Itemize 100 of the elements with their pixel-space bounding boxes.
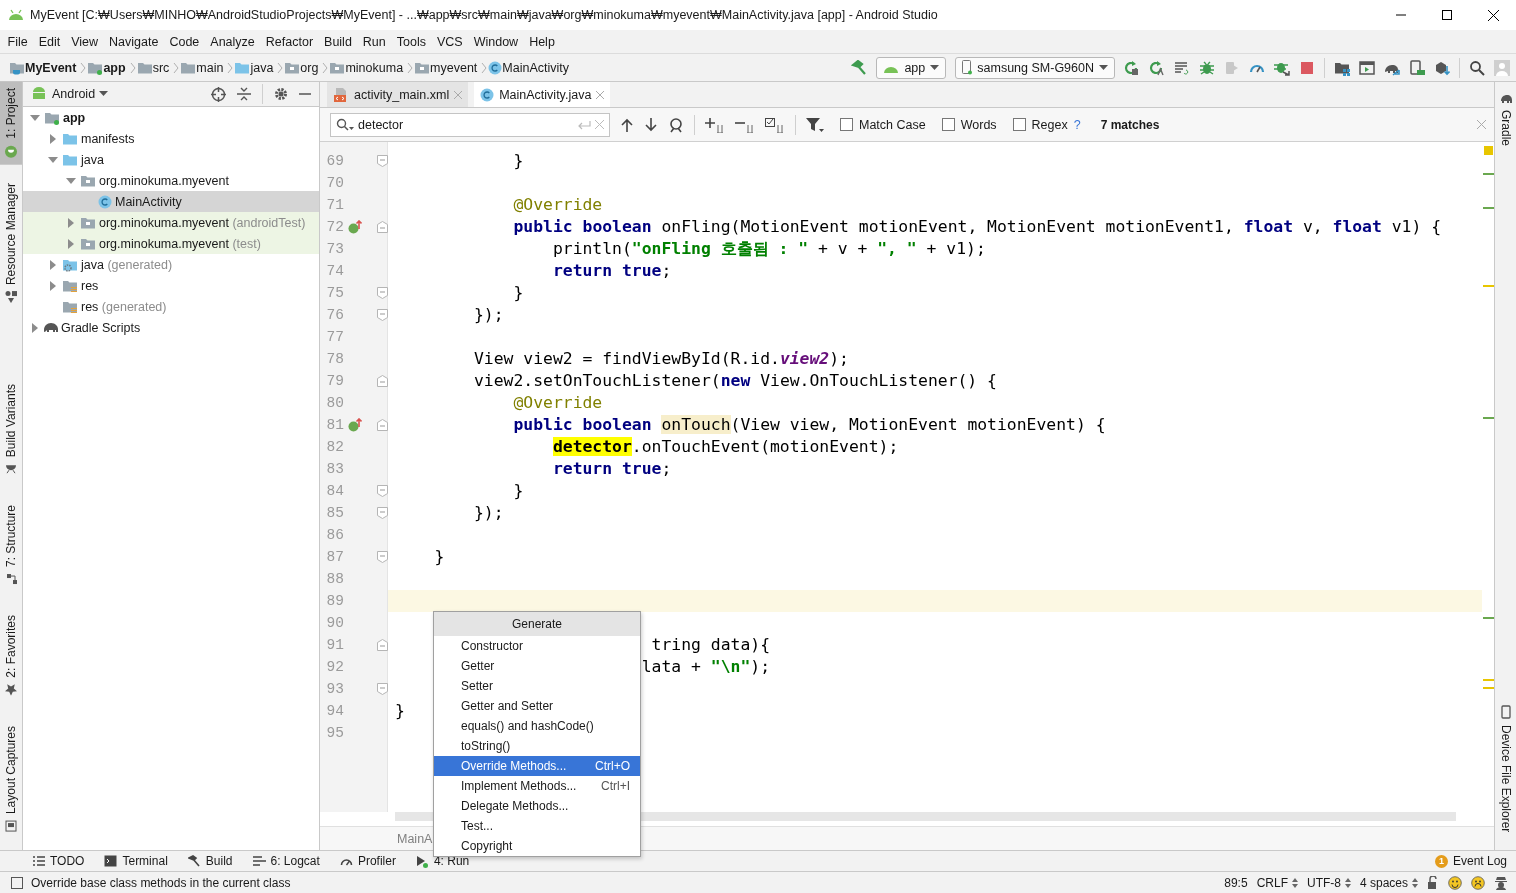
box-download-icon[interactable] — [1434, 59, 1450, 76]
menu-item[interactable]: Analyze — [204, 34, 261, 49]
cursor-position[interactable]: 89:5 — [1224, 875, 1248, 890]
smile-icon[interactable] — [1448, 875, 1462, 890]
search-field[interactable]: detector — [330, 112, 610, 137]
tool-window-button[interactable]: Profiler — [339, 854, 396, 868]
select-all-icon[interactable] — [765, 116, 785, 133]
menu-item[interactable]: Navigate — [103, 34, 164, 49]
hammer-icon[interactable] — [851, 59, 868, 76]
breadcrumb-item[interactable]: MyEvent — [25, 60, 77, 75]
fold-start-icon[interactable] — [377, 639, 388, 651]
expand-arrow-icon[interactable] — [66, 175, 76, 186]
tool-window-button[interactable]: TODO — [33, 854, 85, 868]
maximize-icon[interactable] — [1442, 10, 1452, 20]
breadcrumb-item[interactable]: java — [250, 60, 274, 75]
breadcrumb-item[interactable]: org — [300, 60, 319, 75]
expand-arrow-icon[interactable] — [48, 259, 58, 270]
tool-window-tab[interactable]: Layout Captures — [0, 719, 22, 838]
breadcrumb-item[interactable]: minokuma — [345, 60, 404, 75]
fold-end-icon[interactable] — [377, 309, 388, 321]
menu-item[interactable]: Implement Methods... Ctrl+I — [434, 776, 640, 796]
menu-item[interactable]: Refactor — [260, 34, 319, 49]
restart-arrow-icon[interactable] — [1124, 59, 1140, 76]
fold-end-icon[interactable] — [377, 155, 388, 167]
breadcrumb-item[interactable]: main — [196, 60, 224, 75]
phone-download-icon[interactable] — [1409, 59, 1425, 76]
override-icon[interactable] — [348, 418, 362, 432]
fold-end-icon[interactable] — [377, 507, 388, 519]
tree-item[interactable]: Gradle Scripts — [61, 320, 141, 335]
tool-window-button[interactable]: Build — [187, 854, 233, 868]
tool-window-button[interactable]: Terminal — [104, 854, 168, 868]
stop-icon[interactable] — [1299, 59, 1315, 76]
tree-item[interactable]: manifests — [81, 131, 135, 146]
breadcrumb-item[interactable]: MainActivity — [502, 60, 570, 75]
fold-end-icon[interactable] — [377, 287, 388, 299]
expand-arrow-icon[interactable] — [30, 322, 40, 333]
locate-icon[interactable] — [211, 86, 226, 102]
event-log-button[interactable]: 1 Event Log — [1434, 854, 1507, 868]
menu-item[interactable]: Window — [468, 34, 524, 49]
tool-window-tab[interactable]: Build Variants — [0, 378, 22, 482]
fold-end-icon[interactable] — [377, 485, 388, 497]
tree-item[interactable]: MainActivity — [115, 194, 182, 209]
tree-item[interactable]: res — [81, 278, 99, 293]
menu-item[interactable]: Run — [357, 34, 392, 49]
menu-item[interactable]: Constructor — [434, 636, 640, 656]
bug-icon[interactable] — [1199, 59, 1215, 76]
fold-start-icon[interactable] — [377, 221, 388, 233]
menu-item[interactable]: File — [2, 34, 34, 49]
run-configuration-dropdown[interactable]: app — [876, 56, 947, 79]
tree-item[interactable]: org.minokuma.myevent — [99, 173, 229, 188]
lock-icon[interactable] — [1427, 876, 1439, 889]
menu-item[interactable]: VCS — [431, 34, 469, 49]
screen-play-icon[interactable] — [1359, 59, 1375, 76]
status-dropdown[interactable]: UTF-8 — [1306, 875, 1351, 890]
expand-arrow-icon[interactable] — [48, 133, 58, 144]
tool-window-tab[interactable]: 7: Structure — [0, 499, 22, 592]
tool-window-button[interactable]: 6: Logcat — [252, 854, 320, 868]
status-dropdown[interactable]: 4 spaces — [1359, 875, 1418, 890]
lines-icon[interactable] — [1174, 59, 1190, 76]
menu-item[interactable]: Build — [318, 34, 358, 49]
fold-end-icon[interactable] — [377, 683, 388, 695]
menu-item[interactable]: Setter — [434, 676, 640, 696]
help-link[interactable]: ? — [1073, 117, 1081, 132]
breadcrumb-item[interactable]: myevent — [430, 60, 478, 75]
device-dropdown[interactable]: samsung SM-G960N — [955, 56, 1115, 79]
arrow-down-icon[interactable] — [644, 117, 658, 132]
menu-item[interactable]: equals() and hashCode() — [434, 716, 640, 736]
option-checkbox[interactable]: Match Case — [840, 117, 926, 132]
menu-item[interactable]: Getter — [434, 656, 640, 676]
tree-item[interactable]: java (generated) — [81, 257, 173, 272]
panel-toggle-icon[interactable] — [11, 876, 23, 889]
tree-item[interactable]: app — [63, 110, 86, 125]
menu-item[interactable]: View — [65, 34, 104, 49]
menu-item[interactable]: Getter and Setter — [434, 696, 640, 716]
option-checkbox[interactable]: Words — [941, 117, 997, 132]
tool-window-tab[interactable]: Resource Manager — [0, 176, 22, 309]
search-icon[interactable] — [1469, 59, 1485, 76]
menu-item[interactable]: Code — [163, 34, 205, 49]
find-all-icon[interactable] — [668, 116, 684, 133]
expand-arrow-icon[interactable] — [66, 238, 76, 249]
fold-start-icon[interactable] — [377, 375, 388, 387]
restart-arrow-icon[interactable] — [1149, 59, 1165, 76]
fold-end-icon[interactable] — [377, 551, 388, 563]
tool-window-tab[interactable]: Device File Explorer — [1495, 698, 1516, 838]
expand-arrow-icon[interactable] — [66, 217, 76, 228]
tree-item[interactable]: java — [81, 152, 104, 167]
collapse-icon[interactable] — [237, 87, 251, 101]
fold-start-icon[interactable] — [377, 419, 388, 431]
option-checkbox[interactable]: Regex — [1012, 117, 1068, 132]
expand-arrow-icon[interactable] — [48, 280, 58, 291]
menu-item[interactable]: Override Methods... Ctrl+O — [434, 756, 640, 776]
tool-window-tab[interactable]: Gradle — [1495, 86, 1516, 153]
editor-tab[interactable]: activity_main.xml — [327, 82, 469, 107]
menu-item[interactable]: Delegate Methods... — [434, 796, 640, 816]
menu-item[interactable]: Edit — [33, 34, 66, 49]
menu-item[interactable]: Help — [523, 34, 561, 49]
menu-item[interactable]: Test... — [434, 816, 640, 836]
tool-window-tab[interactable]: 1: Project — [0, 82, 22, 165]
tree-item[interactable]: res (generated) — [81, 299, 167, 314]
breadcrumb-item[interactable]: app — [103, 60, 126, 75]
